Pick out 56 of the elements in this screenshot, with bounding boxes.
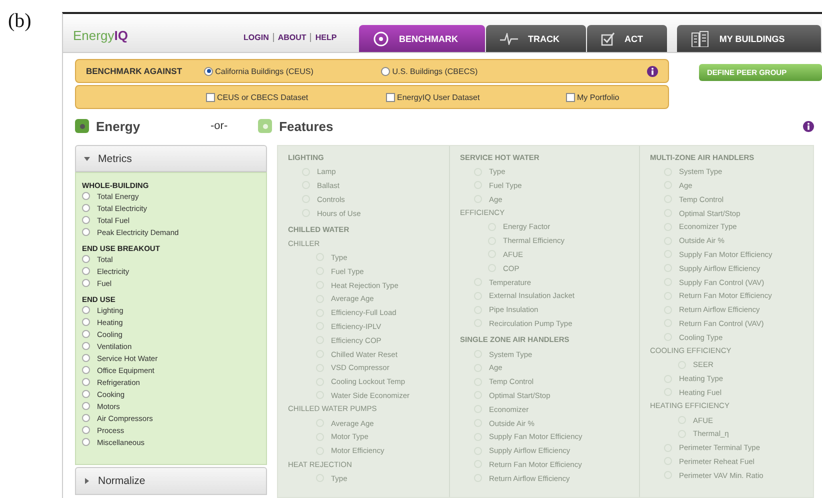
info-icon[interactable] xyxy=(803,120,814,132)
target-icon xyxy=(373,30,390,46)
checkbox-option[interactable]: My Portfolio xyxy=(566,92,646,102)
radio-button[interactable] xyxy=(82,255,90,263)
radio-button[interactable] xyxy=(82,414,90,422)
mode-option[interactable]: Energy xyxy=(75,118,140,134)
logo[interactable]: EnergyIQ xyxy=(63,28,240,52)
accordion-header[interactable]: Normalize xyxy=(75,467,267,495)
or-label: -or- xyxy=(210,120,229,132)
caret-icon xyxy=(84,156,90,162)
radio-button[interactable] xyxy=(82,426,90,434)
nav-link[interactable]: ABOUT xyxy=(272,33,310,42)
radio-button[interactable] xyxy=(82,306,90,314)
accordion-title: Metrics xyxy=(98,152,132,164)
radio-option[interactable]: California Buildings (CEUS) xyxy=(204,66,382,76)
checkbox-icon xyxy=(600,32,615,46)
radio-button[interactable] xyxy=(82,318,90,326)
radio-button[interactable] xyxy=(82,354,90,362)
radio-button[interactable] xyxy=(82,366,90,374)
accordion-title: Normalize xyxy=(98,475,146,487)
radio-button[interactable] xyxy=(82,378,90,386)
bar-title: BENCHMARK AGAINST xyxy=(86,66,184,76)
nav-tab[interactable]: TRACK xyxy=(486,25,586,52)
toggle-icon[interactable] xyxy=(258,119,272,133)
checkbox[interactable] xyxy=(386,92,395,102)
checkbox[interactable] xyxy=(566,92,575,102)
nav-link[interactable]: HELP xyxy=(310,33,341,42)
info-icon[interactable] xyxy=(647,66,658,76)
nav-tab[interactable]: MY BUILDINGS xyxy=(677,25,821,52)
radio-option[interactable]: U.S. Buildings (CBECS) xyxy=(381,66,647,76)
radio-button[interactable] xyxy=(82,438,90,446)
radio-button[interactable] xyxy=(82,330,90,338)
checkbox-option[interactable]: CEUS or CBECS Dataset xyxy=(206,92,386,102)
checkbox[interactable] xyxy=(206,92,215,102)
radio-button[interactable] xyxy=(82,192,90,200)
nav-tab[interactable]: ACT xyxy=(586,25,668,52)
radio-button[interactable] xyxy=(204,66,214,76)
radio-button[interactable] xyxy=(82,279,90,287)
radio-button[interactable] xyxy=(82,267,90,275)
accordion-header[interactable]: Metrics xyxy=(75,145,267,172)
radio-button[interactable] xyxy=(82,342,90,350)
nav-link[interactable]: LOGIN xyxy=(240,33,273,42)
building-icon xyxy=(691,30,710,46)
radio-button[interactable] xyxy=(82,228,90,236)
checkbox-option[interactable]: EnergyIQ User Dataset xyxy=(386,92,566,102)
radio-button[interactable] xyxy=(82,216,90,224)
figure-label: (b) xyxy=(8,10,32,32)
radio-button[interactable] xyxy=(381,66,390,76)
caret-icon xyxy=(84,478,90,484)
radio-button[interactable] xyxy=(82,390,90,398)
radio-button[interactable] xyxy=(82,204,90,212)
mode-option[interactable]: Features xyxy=(258,118,334,134)
nav-tab[interactable]: BENCHMARK xyxy=(359,25,485,52)
toggle-icon[interactable] xyxy=(75,119,89,133)
radio-button[interactable] xyxy=(82,402,90,410)
pulse-icon xyxy=(500,32,518,44)
